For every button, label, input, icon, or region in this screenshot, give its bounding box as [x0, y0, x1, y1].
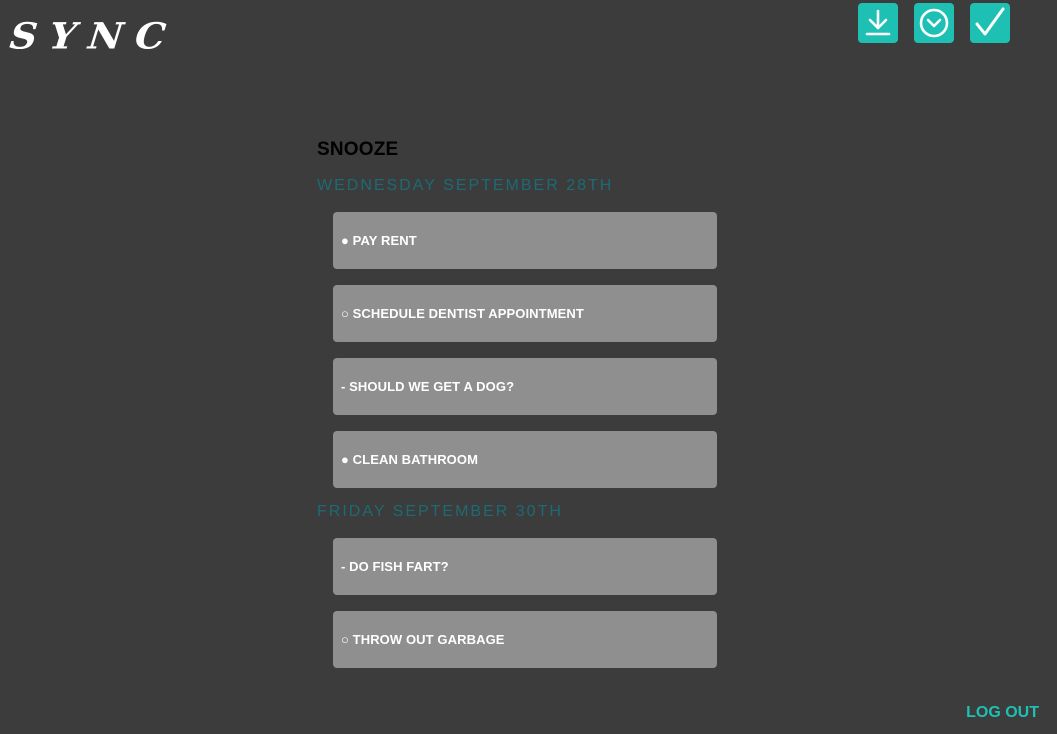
task-item[interactable]: - DO FISH FART? [333, 538, 717, 595]
logo-text: SYNC [7, 14, 180, 57]
task-label: ● CLEAN BATHROOM [341, 452, 479, 467]
task-label: - SHOULD WE GET A DOG? [341, 379, 515, 394]
task-item[interactable]: ○ SCHEDULE DENTIST APPOINTMENT [333, 285, 717, 342]
download-button[interactable] [858, 3, 898, 43]
task-label: - DO FISH FART? [341, 559, 449, 574]
task-item[interactable]: ● CLEAN BATHROOM [333, 431, 717, 488]
app-logo[interactable]: SYNC [7, 14, 180, 57]
download-icon [865, 9, 891, 36]
logout-link[interactable]: LOG OUT [966, 704, 1039, 722]
done-button[interactable] [970, 3, 1010, 43]
task-label: ○ SCHEDULE DENTIST APPOINTMENT [341, 306, 584, 321]
task-item[interactable]: - SHOULD WE GET A DOG? [333, 358, 717, 415]
day-heading: FRIDAY SEPTEMBER 30TH [317, 503, 563, 520]
task-item[interactable]: ○ THROW OUT GARBAGE [333, 611, 717, 668]
task-list: ● PAY RENT ○ SCHEDULE DENTIST APPOINTMEN… [333, 212, 737, 488]
task-label: ● PAY RENT [341, 233, 417, 248]
task-item[interactable]: ● PAY RENT [333, 212, 717, 269]
clock-icon [919, 8, 949, 38]
task-label: ○ THROW OUT GARBAGE [341, 632, 505, 647]
task-list: - DO FISH FART? ○ THROW OUT GARBAGE [333, 538, 737, 668]
page-title: SNOOZE [317, 139, 399, 160]
snooze-list: SNOOZE WEDNESDAY SEPTEMBER 28TH ● PAY RE… [317, 138, 737, 684]
day-heading: WEDNESDAY SEPTEMBER 28TH [317, 177, 614, 194]
snooze-clock-button[interactable] [914, 3, 954, 43]
top-toolbar [858, 3, 1010, 43]
checkmark-icon [975, 7, 1005, 36]
